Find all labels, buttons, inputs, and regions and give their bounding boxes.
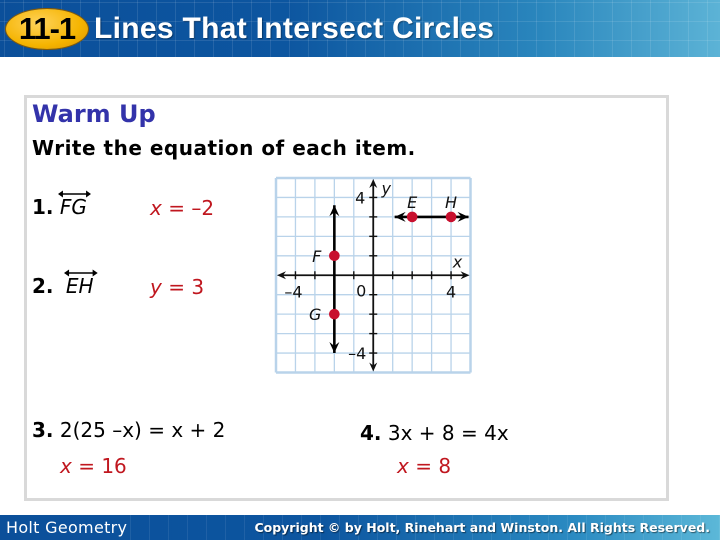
item-4: 4. 3x + 8 = 4x — [360, 421, 509, 445]
equation-3: 2(25 –x) = x + 2 — [59, 418, 226, 442]
coordinate-graph: E H F Gy x 4 –4 –4 4 0 — [274, 176, 472, 374]
answer-1: x = –2 — [150, 196, 215, 220]
line-label-fg: FG — [57, 190, 91, 219]
point-g — [329, 308, 340, 320]
item-2: 2. EH — [32, 269, 98, 298]
copyright-notice: Copyright © by Holt, Rinehart and Winsto… — [254, 520, 710, 535]
point-label-e: E — [407, 193, 418, 212]
x-tick-label-neg4: –4 — [284, 282, 302, 301]
x-axis-label: x — [452, 252, 463, 271]
warm-up-heading: Warm Up — [32, 100, 156, 128]
answer-2: y = 3 — [150, 275, 205, 299]
lesson-number: 11-1 — [18, 11, 76, 46]
line-arrow-icon — [57, 190, 91, 198]
point-label-h: H — [445, 193, 457, 212]
point-f — [329, 250, 340, 262]
axes — [277, 179, 470, 372]
plotted-lines — [329, 205, 469, 354]
publisher-label: Holt Geometry — [6, 518, 128, 537]
y-axis-label: y — [381, 179, 392, 198]
point-label-g: G — [309, 305, 321, 324]
x-tick-label-4: 4 — [446, 282, 456, 301]
lesson-title: Lines That Intersect Circles — [94, 12, 495, 45]
item-1: 1. FG — [32, 190, 91, 219]
y-tick-label-4: 4 — [355, 188, 365, 207]
y-tick-label-neg4: –4 — [348, 344, 366, 363]
item-number: 2. — [32, 274, 54, 298]
item-number: 3. — [32, 418, 54, 442]
item-3: 3. 2(25 –x) = x + 2 — [32, 418, 225, 442]
answer-3: x = 16 — [60, 454, 127, 478]
point-e — [406, 211, 418, 223]
instructions: Write the equation of each item. — [32, 136, 416, 160]
answer-4: x = 8 — [397, 454, 452, 478]
item-number: 1. — [32, 195, 54, 219]
title-banner: 11-1 Lines That Intersect Circles — [0, 0, 720, 57]
point-label-f: F — [312, 247, 322, 266]
line-arrow-icon — [63, 269, 98, 277]
point-h — [445, 211, 457, 223]
line-label-eh: EH — [63, 269, 98, 298]
footer-bar: Holt Geometry Copyright © by Holt, Rineh… — [0, 515, 720, 540]
origin-label: 0 — [356, 281, 366, 300]
equation-4: 3x + 8 = 4x — [387, 421, 509, 445]
item-number: 4. — [360, 421, 382, 445]
